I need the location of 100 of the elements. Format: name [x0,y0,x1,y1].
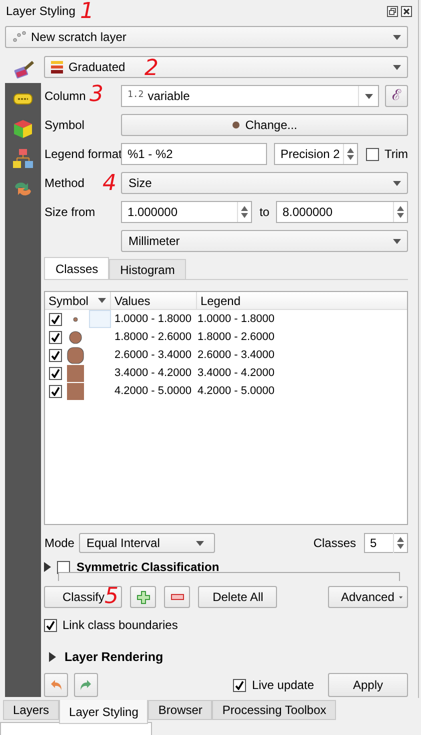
field-label: Symbol [44,117,84,134]
checkmark-icon [46,620,56,630]
size-from-spinbox[interactable]: 1.000000 [121,201,252,223]
method-dropdown[interactable]: Size [121,172,408,194]
table-row[interactable]: 2.6000 - 3.4000 2.6000 - 3.4000 [45,346,407,364]
column-header[interactable]: Legend [197,292,407,309]
table-row[interactable]: 4.2000 - 5.0000 4.2000 - 5.0000 [45,382,407,400]
unit-dropdown[interactable]: Millimeter [121,230,408,252]
field-label: Size from [44,204,96,221]
caret-icon [98,298,106,303]
minus-icon [170,594,184,600]
field-label: Column [44,88,86,105]
checkbox-label: Live update [252,677,314,694]
annotation-number: 5 [104,586,118,608]
table-row[interactable]: 1.8000 - 2.6000 1.8000 - 2.6000 [45,328,407,346]
remove-class-button[interactable] [164,586,190,608]
tab[interactable]: Histogram [109,259,186,279]
panel-title: Layer Styling [6,3,76,20]
tab[interactable]: Layer Styling [59,700,148,724]
annotation-number: 1 [80,1,94,23]
spin-arrows-icon [397,537,404,549]
caret-icon [399,594,403,600]
legend-format-field[interactable]: %1 - %2 [121,143,268,165]
layer-dropdown[interactable]: New scratch layer [5,26,408,48]
class-symbol-icon [66,346,84,364]
trim-checkbox[interactable] [366,148,380,160]
size-to-spinbox[interactable]: 8.000000 [276,201,408,223]
spin-arrows-icon [347,148,354,160]
symmetric-checkbox[interactable] [57,560,70,574]
class-symbol-icon [66,364,84,382]
row-checkbox[interactable] [49,384,62,398]
row-checkbox[interactable] [49,366,62,380]
classes-spinbox[interactable]: 5 [364,533,408,553]
table-row[interactable]: 3.4000 - 4.2000 3.4000 - 4.2000 [45,364,407,382]
field-type-label: 1.2 [127,89,144,102]
field-label: to [259,204,270,221]
table-cell-text: 1.0000 - 1.8000 [197,312,276,327]
undo-arrow-icon [50,680,62,690]
table-cell-text: 3.4000 - 4.2000 [197,366,276,381]
caret-icon [196,540,204,546]
tab[interactable]: Browser [148,700,212,720]
advanced-button[interactable]: Advanced [328,586,408,608]
paintbrush-icon [12,58,34,80]
caret-icon [393,64,401,70]
edit-cell[interactable] [89,310,112,328]
class-symbol-icon [72,316,78,322]
field-label: Classes [313,535,356,552]
table-cell-text: 1.0000 - 1.8000 [113,312,193,327]
field-label: Mode [44,535,74,552]
spin-arrows-icon [397,206,404,218]
caret-icon [393,238,401,244]
float-icon [387,6,398,16]
section-title: Symmetric Classification [76,559,220,576]
annotation-number: 4 [102,173,116,195]
link-boundaries-checkbox[interactable] [44,618,58,632]
checkbox-label: Link class boundaries [62,617,178,634]
symbol-dot-icon [232,121,240,129]
row-checkbox[interactable] [49,330,62,344]
checkmark-icon [234,680,244,690]
close-icon [401,6,412,16]
diagram-icon [12,148,34,168]
class-symbol-icon [66,382,84,400]
apply-button[interactable]: Apply [328,673,408,697]
redo-button[interactable] [74,673,98,697]
add-class-button[interactable] [130,586,156,608]
redo-arrow-icon [80,680,92,690]
table-cell-text: 2.6000 - 3.4000 [197,348,276,363]
section-title: Layer Rendering [64,648,164,666]
caret-icon [393,180,401,186]
table-cell-text: 1.8000 - 2.6000 [197,330,276,345]
spin-arrows-icon [241,206,248,218]
row-checkbox[interactable] [49,312,62,326]
column-dropdown[interactable]: 1.2 variable [121,85,379,107]
delete-all-button[interactable]: Delete All [198,586,278,608]
tab[interactable]: Processing Toolbox [212,700,336,720]
tab[interactable]: Layers [3,700,60,720]
change-symbol-button[interactable]: Change... [121,114,408,136]
row-checkbox[interactable] [49,348,62,362]
tab[interactable]: Classes [44,257,110,279]
mode-dropdown[interactable]: Equal Interval [79,533,216,553]
table-cell-text: 1.8000 - 2.6000 [113,330,193,345]
graduated-icon [51,60,64,74]
caret-icon [365,94,373,98]
field-label: Legend format [44,146,122,163]
table-cell-text: 4.2000 - 5.0000 [197,384,276,399]
expression-button[interactable]: ℰ [385,85,408,107]
live-update-checkbox[interactable] [232,678,246,692]
field-label: Method [44,175,84,192]
annotation-number: 3 [89,84,104,106]
column-header[interactable]: Symbol [45,292,112,309]
class-symbol-icon [68,330,82,344]
annotation-number: 2 [144,58,158,80]
checkbox-label: Trim [384,146,408,163]
precision-spinbox[interactable]: Precision 2 [274,143,358,165]
plus-icon [136,590,150,604]
table-cell-text: 4.2000 - 5.0000 [113,384,193,399]
caret-icon [393,34,401,40]
table-cell-text: 2.6000 - 3.4000 [113,348,193,363]
table-cell-text: 3.4000 - 4.2000 [113,366,193,381]
column-header[interactable]: Values [111,292,198,309]
